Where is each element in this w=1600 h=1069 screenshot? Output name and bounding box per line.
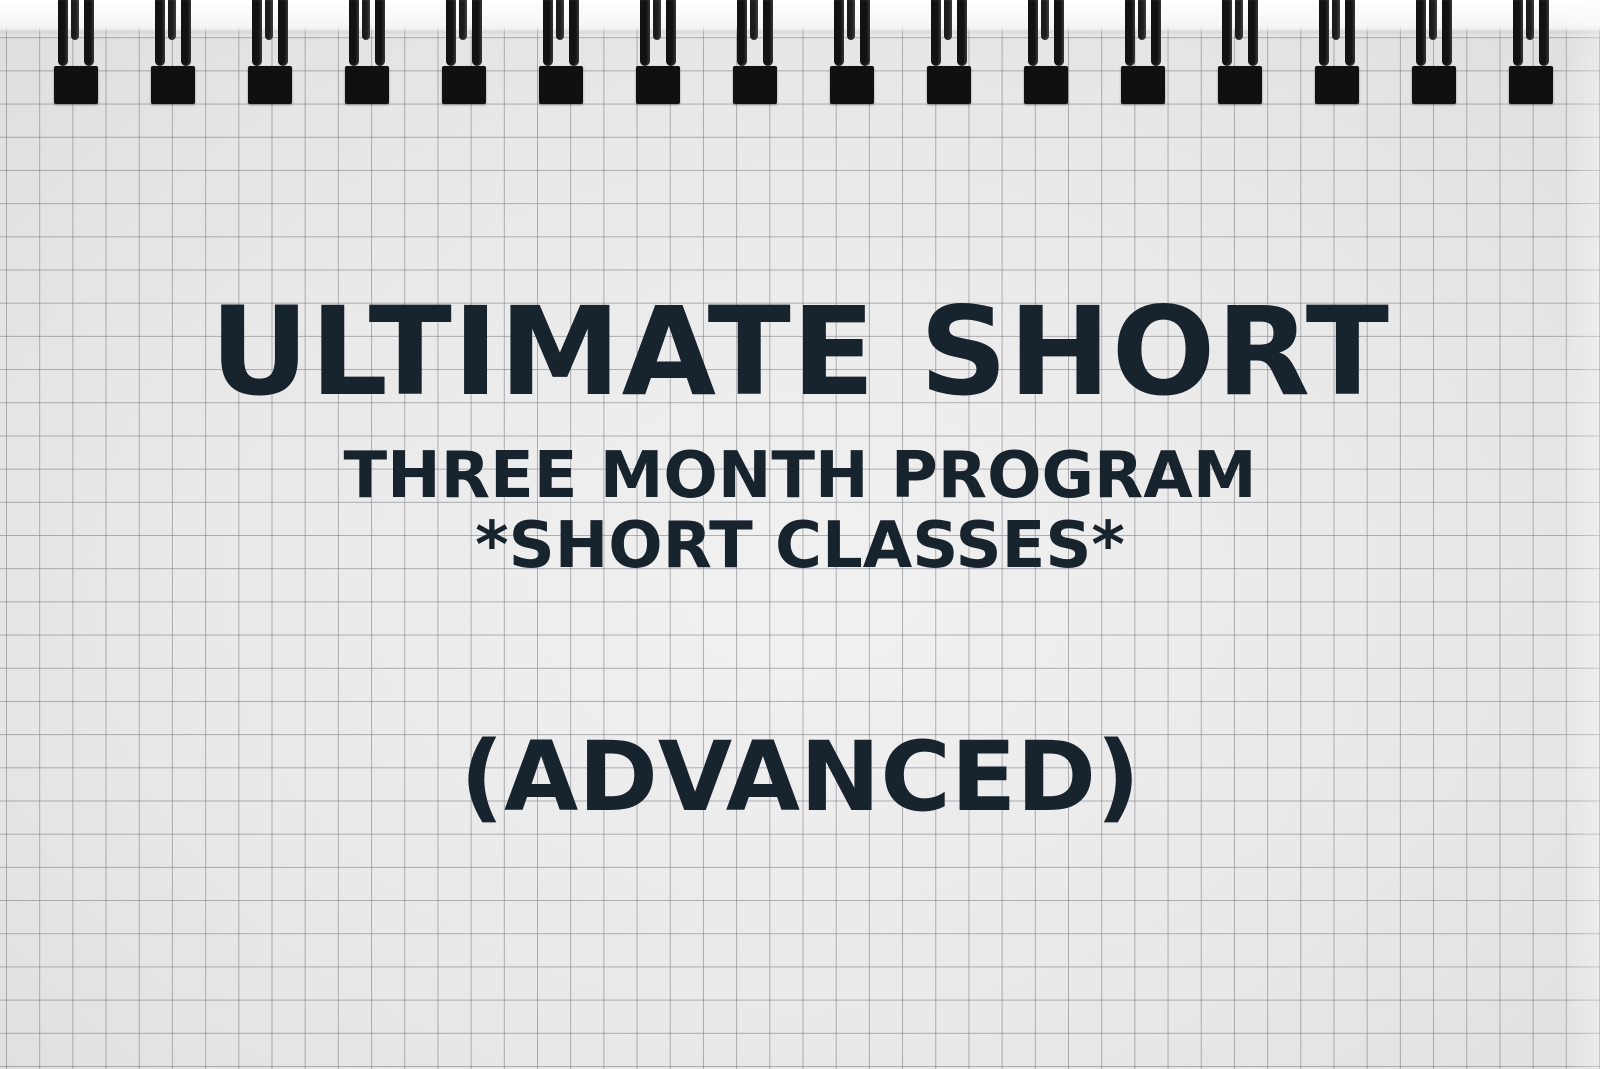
program-level: (ADVANCED) [460,721,1140,833]
program-subtitle: THREE MONTH PROGRAM [343,439,1257,513]
program-title: ULTIMATE SHORT [210,281,1390,423]
flyer-content: ULTIMATE SHORT THREE MONTH PROGRAM *SHOR… [0,0,1600,1069]
program-note: *SHORT CLASSES* [475,509,1125,583]
notebook-page: ULTIMATE SHORT THREE MONTH PROGRAM *SHOR… [0,0,1600,1069]
